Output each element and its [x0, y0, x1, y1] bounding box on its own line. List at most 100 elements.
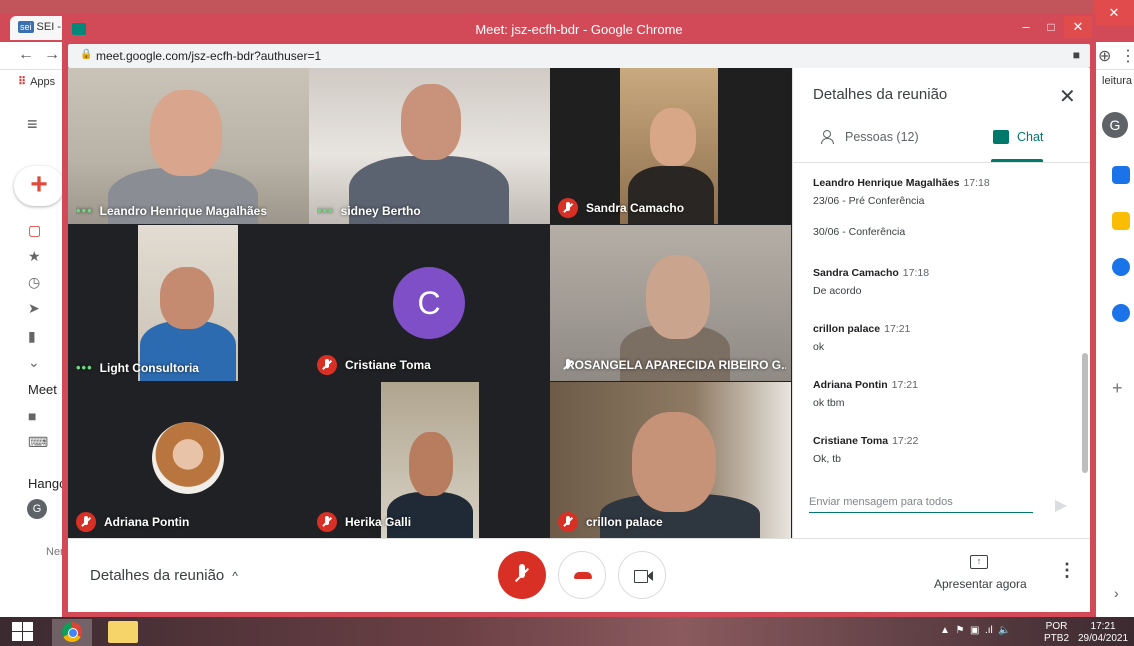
panel-title: Detalhes da reunião: [813, 86, 948, 103]
mic-off-button[interactable]: [498, 551, 546, 599]
chat-message: Adriana Pontin 17:21 ok tbm: [813, 375, 1073, 409]
meeting-details-panel: Detalhes da reunião ✕ Pessoas (12) Chat …: [792, 68, 1090, 538]
minimize-icon[interactable]: –: [1014, 16, 1038, 38]
participant-name: Herika Galli: [345, 515, 412, 529]
people-icon: [821, 130, 837, 144]
participant-caption: Adriana Pontin: [76, 512, 189, 532]
message-text: Ok, tb: [813, 453, 842, 465]
account-avatar[interactable]: G: [1102, 112, 1128, 138]
speaking-indicator-icon: •••: [76, 203, 93, 218]
meeting-details-toggle[interactable]: Detalhes da reunião ^: [90, 567, 238, 584]
tab-chat[interactable]: Chat: [993, 130, 1043, 144]
message-text: ok tbm: [813, 397, 845, 409]
system-tray-icons[interactable]: ▲ ⚑ ▣ .ıl 🔈: [940, 625, 1011, 636]
taskbar-clock[interactable]: 17:21 29/04/2021: [1078, 621, 1128, 645]
message-time: 17:22: [892, 435, 919, 447]
send-icon[interactable]: [1055, 500, 1067, 512]
more-options-icon[interactable]: ⋮: [1058, 561, 1076, 579]
camera-permission-icon[interactable]: ■: [1073, 48, 1080, 62]
compose-plus-button[interactable]: +: [14, 166, 64, 206]
chat-message: 30/06 - Conferência: [813, 222, 1073, 238]
maximize-icon[interactable]: □: [1039, 16, 1063, 38]
chat-message-input[interactable]: Enviar mensagem para todos: [809, 496, 1033, 513]
window-title: Meet: jsz-ecfh-bdr - Google Chrome: [475, 22, 683, 37]
contacts-icon[interactable]: [1112, 304, 1130, 322]
hangouts-user-avatar[interactable]: G: [27, 499, 47, 519]
camera-button[interactable]: [618, 551, 666, 599]
language-indicator[interactable]: POR PTB2: [1044, 621, 1069, 645]
meet-window: Meet: jsz-ecfh-bdr - Google Chrome – □ ✕…: [62, 14, 1096, 617]
chevron-down-icon[interactable]: ⌄: [28, 354, 40, 371]
file-icon[interactable]: ▮: [28, 328, 36, 345]
chevron-right-icon[interactable]: ›: [1114, 585, 1119, 601]
participant-tile[interactable]: Herika Galli: [309, 382, 550, 538]
video-icon[interactable]: ■: [28, 408, 36, 424]
participant-caption: ••• sidney Bertho: [317, 203, 421, 218]
participant-tile[interactable]: ••• Light Consultoria: [68, 225, 309, 381]
keyboard-icon[interactable]: ⌨: [28, 434, 48, 451]
keep-icon[interactable]: [1112, 212, 1130, 230]
chrome-taskbar-icon[interactable]: [52, 619, 92, 646]
participant-tile[interactable]: crillon palace: [550, 382, 791, 538]
participant-name: Light Consultoria: [99, 360, 199, 375]
inbox-icon[interactable]: ▢: [28, 222, 41, 239]
apps-bookmark[interactable]: ⠿ Apps: [18, 75, 55, 88]
back-arrow-icon[interactable]: ←: [18, 46, 34, 64]
mic-off-icon: [317, 355, 337, 375]
window-titlebar[interactable]: Meet: jsz-ecfh-bdr - Google Chrome – □ ✕: [62, 14, 1096, 44]
participant-caption: ••• Leandro Henrique Magalhães: [76, 203, 267, 218]
participant-tile[interactable]: C Cristiane Toma: [309, 225, 550, 381]
tasks-icon[interactable]: [1112, 258, 1130, 276]
send-icon[interactable]: ➤: [28, 300, 40, 317]
video-grid: ••• Leandro Henrique Magalhães ••• sidney …: [68, 68, 792, 538]
participant-tile[interactable]: ROSANGELA APARECIDA RIBEIRO G...: [550, 225, 791, 381]
participant-avatar-photo: [152, 422, 224, 494]
chrome-menu-icon[interactable]: ⋮: [1120, 46, 1134, 66]
message-text: ok: [813, 341, 825, 353]
participant-name: Cristiane Toma: [345, 358, 431, 372]
chevron-up-icon: ^: [232, 569, 238, 583]
chat-message: crillon palace 17:21 ok: [813, 319, 1073, 353]
present-now-label[interactable]: Apresentar agora: [934, 577, 1027, 591]
participant-name: Adriana Pontin: [104, 515, 190, 529]
background-tab[interactable]: sei SEI -: [10, 16, 68, 40]
star-icon[interactable]: ★: [28, 248, 41, 265]
background-close-icon[interactable]: ✕: [1094, 0, 1134, 26]
chat-message: Sandra Camacho 17:18 De acordo: [813, 263, 1073, 297]
close-window-icon[interactable]: ✕: [1064, 16, 1092, 38]
present-screen-icon[interactable]: ↑: [970, 555, 988, 569]
participant-caption: ••• Light Consultoria: [76, 360, 199, 375]
message-time: 17:18: [902, 267, 930, 279]
clock-icon[interactable]: ◷: [28, 274, 40, 291]
address-bar[interactable]: 🔒 meet.google.com/jsz-ecfh-bdr?authuser=…: [68, 44, 1090, 68]
hamburger-menu-icon[interactable]: ≡: [27, 114, 38, 135]
participant-tile[interactable]: ••• Leandro Henrique Magalhães: [68, 68, 309, 224]
mic-off-icon: [558, 198, 578, 218]
participant-tile[interactable]: ••• sidney Bertho: [309, 68, 550, 224]
calendar-icon[interactable]: [1112, 166, 1130, 184]
meeting-controls-bar: Detalhes da reunião ^ ↑ Apresentar agora …: [68, 538, 1090, 612]
speaking-indicator-icon: •••: [317, 203, 334, 218]
tab-people[interactable]: Pessoas (12): [821, 130, 919, 144]
participant-name: crillon palace: [586, 515, 663, 529]
forward-arrow-icon[interactable]: →: [44, 46, 60, 64]
chat-icon: [993, 130, 1009, 144]
chat-messages[interactable]: Leandro Henrique Magalhães 17:18 23/06 - …: [793, 163, 1090, 475]
participant-tile[interactable]: Sandra Camacho: [550, 68, 791, 224]
reading-list[interactable]: leitura: [1102, 75, 1132, 87]
participant-caption: crillon palace: [558, 512, 663, 532]
message-sender: Sandra Camacho: [813, 267, 899, 279]
windows-start-icon[interactable]: [12, 622, 34, 642]
apps-label: Apps: [30, 76, 56, 88]
participant-tile[interactable]: Adriana Pontin: [68, 382, 309, 538]
participant-caption: Herika Galli: [317, 512, 411, 532]
add-addon-icon[interactable]: +: [1112, 378, 1123, 399]
mic-off-icon: [317, 512, 337, 532]
hang-up-button[interactable]: [558, 551, 606, 599]
close-panel-icon[interactable]: ✕: [1059, 84, 1076, 109]
url-text[interactable]: meet.google.com/jsz-ecfh-bdr?authuser=1: [96, 49, 321, 63]
chat-scrollbar[interactable]: [1082, 353, 1088, 473]
extension-icon[interactable]: ⊕: [1098, 46, 1111, 66]
chat-message: Cristiane Toma 17:22 Ok, tb: [813, 431, 1073, 465]
file-explorer-taskbar-icon[interactable]: [108, 621, 138, 643]
